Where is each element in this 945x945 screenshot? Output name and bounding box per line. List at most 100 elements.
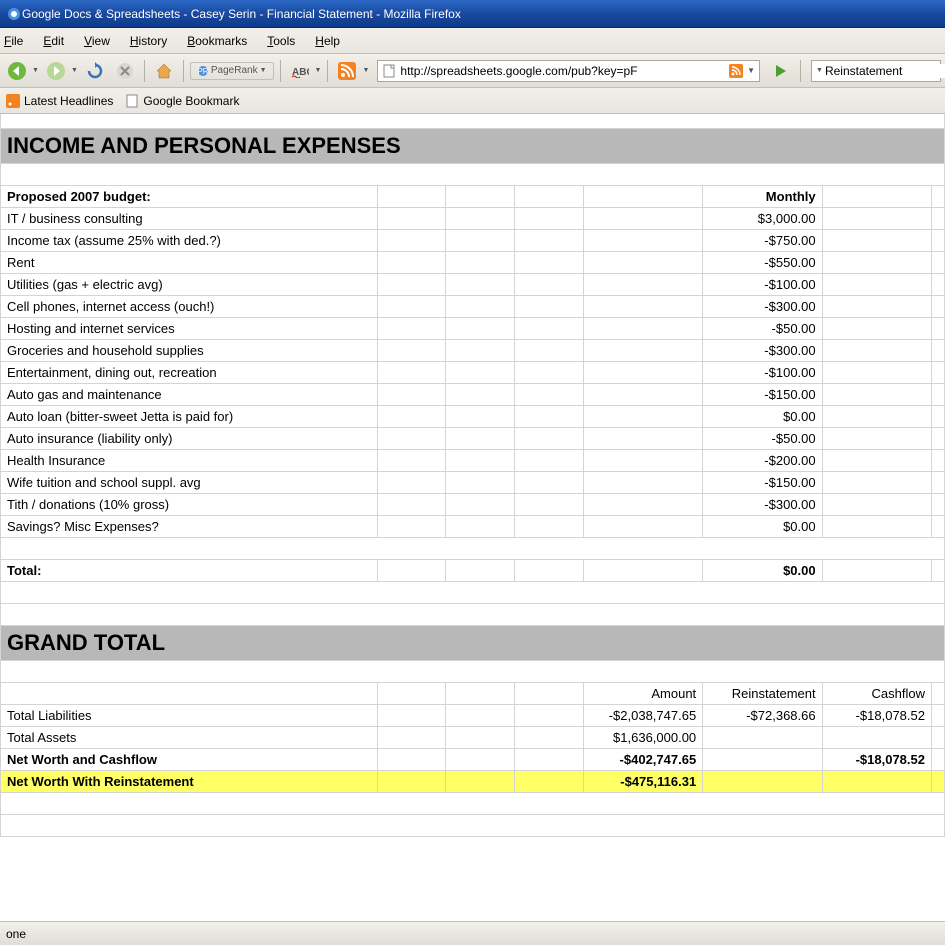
menu-help[interactable]: Help [305,31,350,51]
back-button[interactable] [4,58,30,84]
row-label: Wife tuition and school suppl. avg [1,471,378,493]
budget-row[interactable]: Rent -$550.00 [1,251,945,273]
home-button[interactable] [151,58,177,84]
col-cashflow: Cashflow [822,682,931,704]
networth-cashflow: -$18,078.52 [822,748,931,770]
separator [280,60,281,82]
bookmark-label: Google Bookmark [143,94,239,108]
budget-row[interactable]: IT / business consulting$3,000.00 [1,207,945,229]
section-header-income: INCOME AND PERSONAL EXPENSES [1,128,945,163]
row-label: Total Liabilities [1,704,378,726]
budget-row[interactable]: Auto gas and maintenance -$150.00 [1,383,945,405]
networth-amount: -$402,747.65 [583,748,703,770]
col-amount: Amount [583,682,703,704]
budget-row[interactable]: Utilities (gas + electric avg)-$100.00 [1,273,945,295]
row-label: Cell phones, internet access (ouch!) [1,295,378,317]
row-label: Tith / donations (10% gross) [1,493,378,515]
row-label: Hosting and internet services [1,317,378,339]
row-cashflow [822,726,931,748]
row-value: -$50.00 [703,427,822,449]
row-label: Groceries and household supplies [1,339,378,361]
svg-text:PR: PR [197,67,208,76]
rss-url-icon[interactable] [729,64,743,78]
menu-file[interactable]: File [0,31,33,51]
bookmarks-bar: Latest Headlines Google Bookmark [0,88,945,114]
status-bar: one [0,921,945,945]
row-value: -$550.00 [703,251,822,273]
url-dropdown[interactable]: ▼ [747,66,755,75]
pagerank-button[interactable]: PR PageRank ▼ [190,62,274,80]
row-label: Entertainment, dining out, recreation [1,361,378,383]
row-amount: -$2,038,747.65 [583,704,703,726]
toolbar: ▼ ▼ PR PageRank ▼ ABC ▼ ▼ ▼ G ▼ [0,54,945,88]
reload-button[interactable] [82,58,108,84]
row-cashflow: -$18,078.52 [822,704,931,726]
menu-bookmarks[interactable]: Bookmarks [177,31,257,51]
page-icon [382,64,396,78]
grand-row[interactable]: Total Liabilities -$2,038,747.65-$72,368.… [1,704,945,726]
col-reinstatement: Reinstatement [703,682,822,704]
budget-row[interactable]: Auto insurance (liability only)-$50.00 [1,427,945,449]
menu-view[interactable]: View [74,31,120,51]
forward-button[interactable] [43,58,69,84]
budget-row[interactable]: Groceries and household supplies -$300.00 [1,339,945,361]
row-value: -$300.00 [703,295,822,317]
rss-dropdown[interactable]: ▼ [362,67,369,74]
budget-row[interactable]: Tith / donations (10% gross) -$300.00 [1,493,945,515]
budget-row[interactable]: Health Insurance-$200.00 [1,449,945,471]
networth-rein-amount: -$475,116.31 [583,770,703,792]
menubar: File Edit View History Bookmarks Tools H… [0,28,945,54]
budget-row[interactable]: Income tax (assume 25% with ded.?)-$750.… [1,229,945,251]
total-value: $0.00 [703,559,822,581]
bookmark-google[interactable]: Google Bookmark [125,94,239,108]
search-engine-dropdown[interactable]: ▼ [816,67,823,74]
forward-dropdown[interactable]: ▼ [71,67,78,74]
row-amount: $1,636,000.00 [583,726,703,748]
spreadsheet[interactable]: INCOME AND PERSONAL EXPENSES Proposed 20… [0,114,945,837]
budget-row[interactable]: Hosting and internet services-$50.00 [1,317,945,339]
row-value: -$100.00 [703,361,822,383]
budget-row[interactable]: Auto loan (bitter-sweet Jetta is paid fo… [1,405,945,427]
search-input[interactable] [825,64,945,78]
menu-edit[interactable]: Edit [33,31,74,51]
row-value: -$150.00 [703,471,822,493]
row-value: -$300.00 [703,493,822,515]
row-value: $0.00 [703,515,822,537]
rss-icon [6,94,20,108]
row-label: Total Assets [1,726,378,748]
budget-row[interactable]: Cell phones, internet access (ouch!) -$30… [1,295,945,317]
content-area[interactable]: INCOME AND PERSONAL EXPENSES Proposed 20… [0,114,945,919]
go-button[interactable] [768,58,794,84]
separator [144,60,145,82]
rss-button[interactable] [334,58,360,84]
spell-dropdown[interactable]: ▼ [315,67,322,74]
row-value: -$300.00 [703,339,822,361]
row-value: -$150.00 [703,383,822,405]
row-value: -$750.00 [703,229,822,251]
pagerank-icon: PR [197,65,209,77]
row-label: Auto gas and maintenance [1,383,378,405]
url-input[interactable] [400,64,725,78]
url-bar[interactable]: ▼ [377,60,760,82]
menu-tools[interactable]: Tools [257,31,305,51]
separator [800,60,801,82]
search-bar[interactable]: G ▼ [811,60,941,82]
pagerank-label: PageRank [211,65,258,76]
back-dropdown[interactable]: ▼ [32,67,39,74]
budget-row[interactable]: Entertainment, dining out, recreation -$1… [1,361,945,383]
menu-history[interactable]: History [120,31,177,51]
total-label: Total: [1,559,378,581]
bookmark-latest-headlines[interactable]: Latest Headlines [6,94,113,108]
row-reinstatement [703,726,822,748]
page-icon [125,94,139,108]
budget-row[interactable]: Wife tuition and school suppl. avg -$150.… [1,471,945,493]
row-reinstatement: -$72,368.66 [703,704,822,726]
monthly-header: Monthly [703,185,822,207]
row-label: IT / business consulting [1,207,378,229]
grand-row[interactable]: Total Assets $1,636,000.00 [1,726,945,748]
stop-button[interactable] [112,58,138,84]
spellcheck-button[interactable]: ABC [287,58,313,84]
separator [327,60,328,82]
row-label: Rent [1,251,378,273]
budget-row[interactable]: Savings? Misc Expenses?$0.00 [1,515,945,537]
